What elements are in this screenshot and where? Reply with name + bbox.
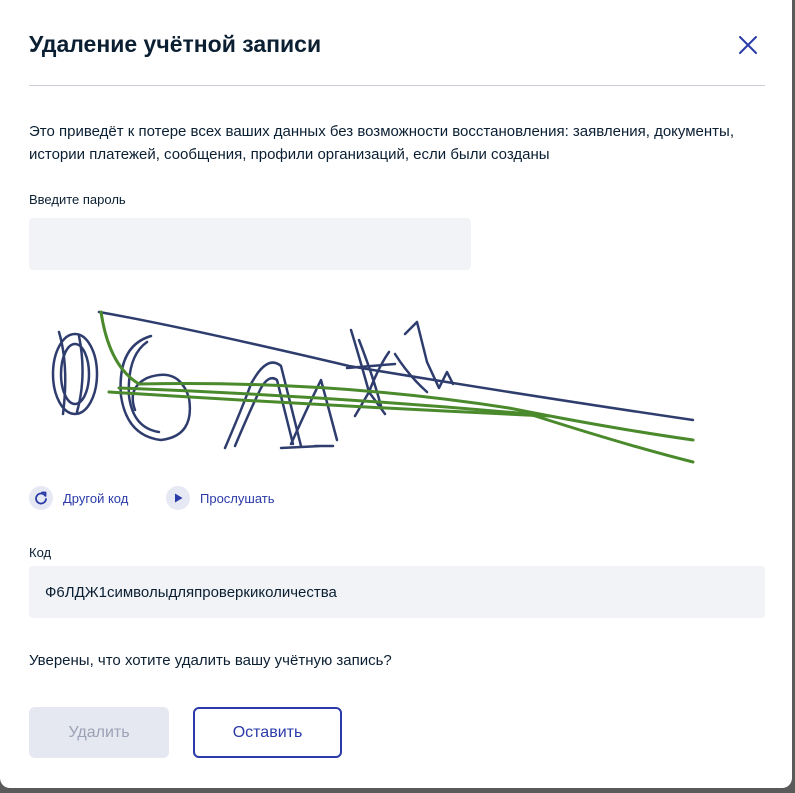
password-label: Введите пароль: [29, 192, 126, 207]
listen-label: Прослушать: [200, 490, 275, 506]
close-icon: [739, 36, 757, 54]
captcha-image: [51, 310, 695, 464]
refresh-icon: [29, 486, 53, 510]
another-code-button[interactable]: Другой код: [29, 485, 128, 511]
code-label: Код: [29, 545, 52, 560]
confirm-question: Уверены, что хотите удалить вашу учётную…: [29, 652, 392, 669]
divider: [29, 85, 765, 86]
another-code-label: Другой код: [63, 490, 129, 506]
dialog-title: Удаление учётной записи: [29, 31, 322, 57]
listen-button[interactable]: Прослушать: [166, 485, 275, 511]
play-icon: [166, 486, 190, 510]
keep-button[interactable]: Оставить: [193, 707, 342, 758]
close-button[interactable]: [734, 31, 762, 59]
warning-text: Это приведёт к потере всех ваших данных …: [29, 123, 734, 163]
code-input[interactable]: [29, 566, 765, 618]
delete-button[interactable]: Удалить: [29, 707, 169, 758]
password-input[interactable]: [29, 218, 471, 270]
delete-account-dialog: Удаление учётной записи Это приведёт к п…: [0, 0, 792, 788]
